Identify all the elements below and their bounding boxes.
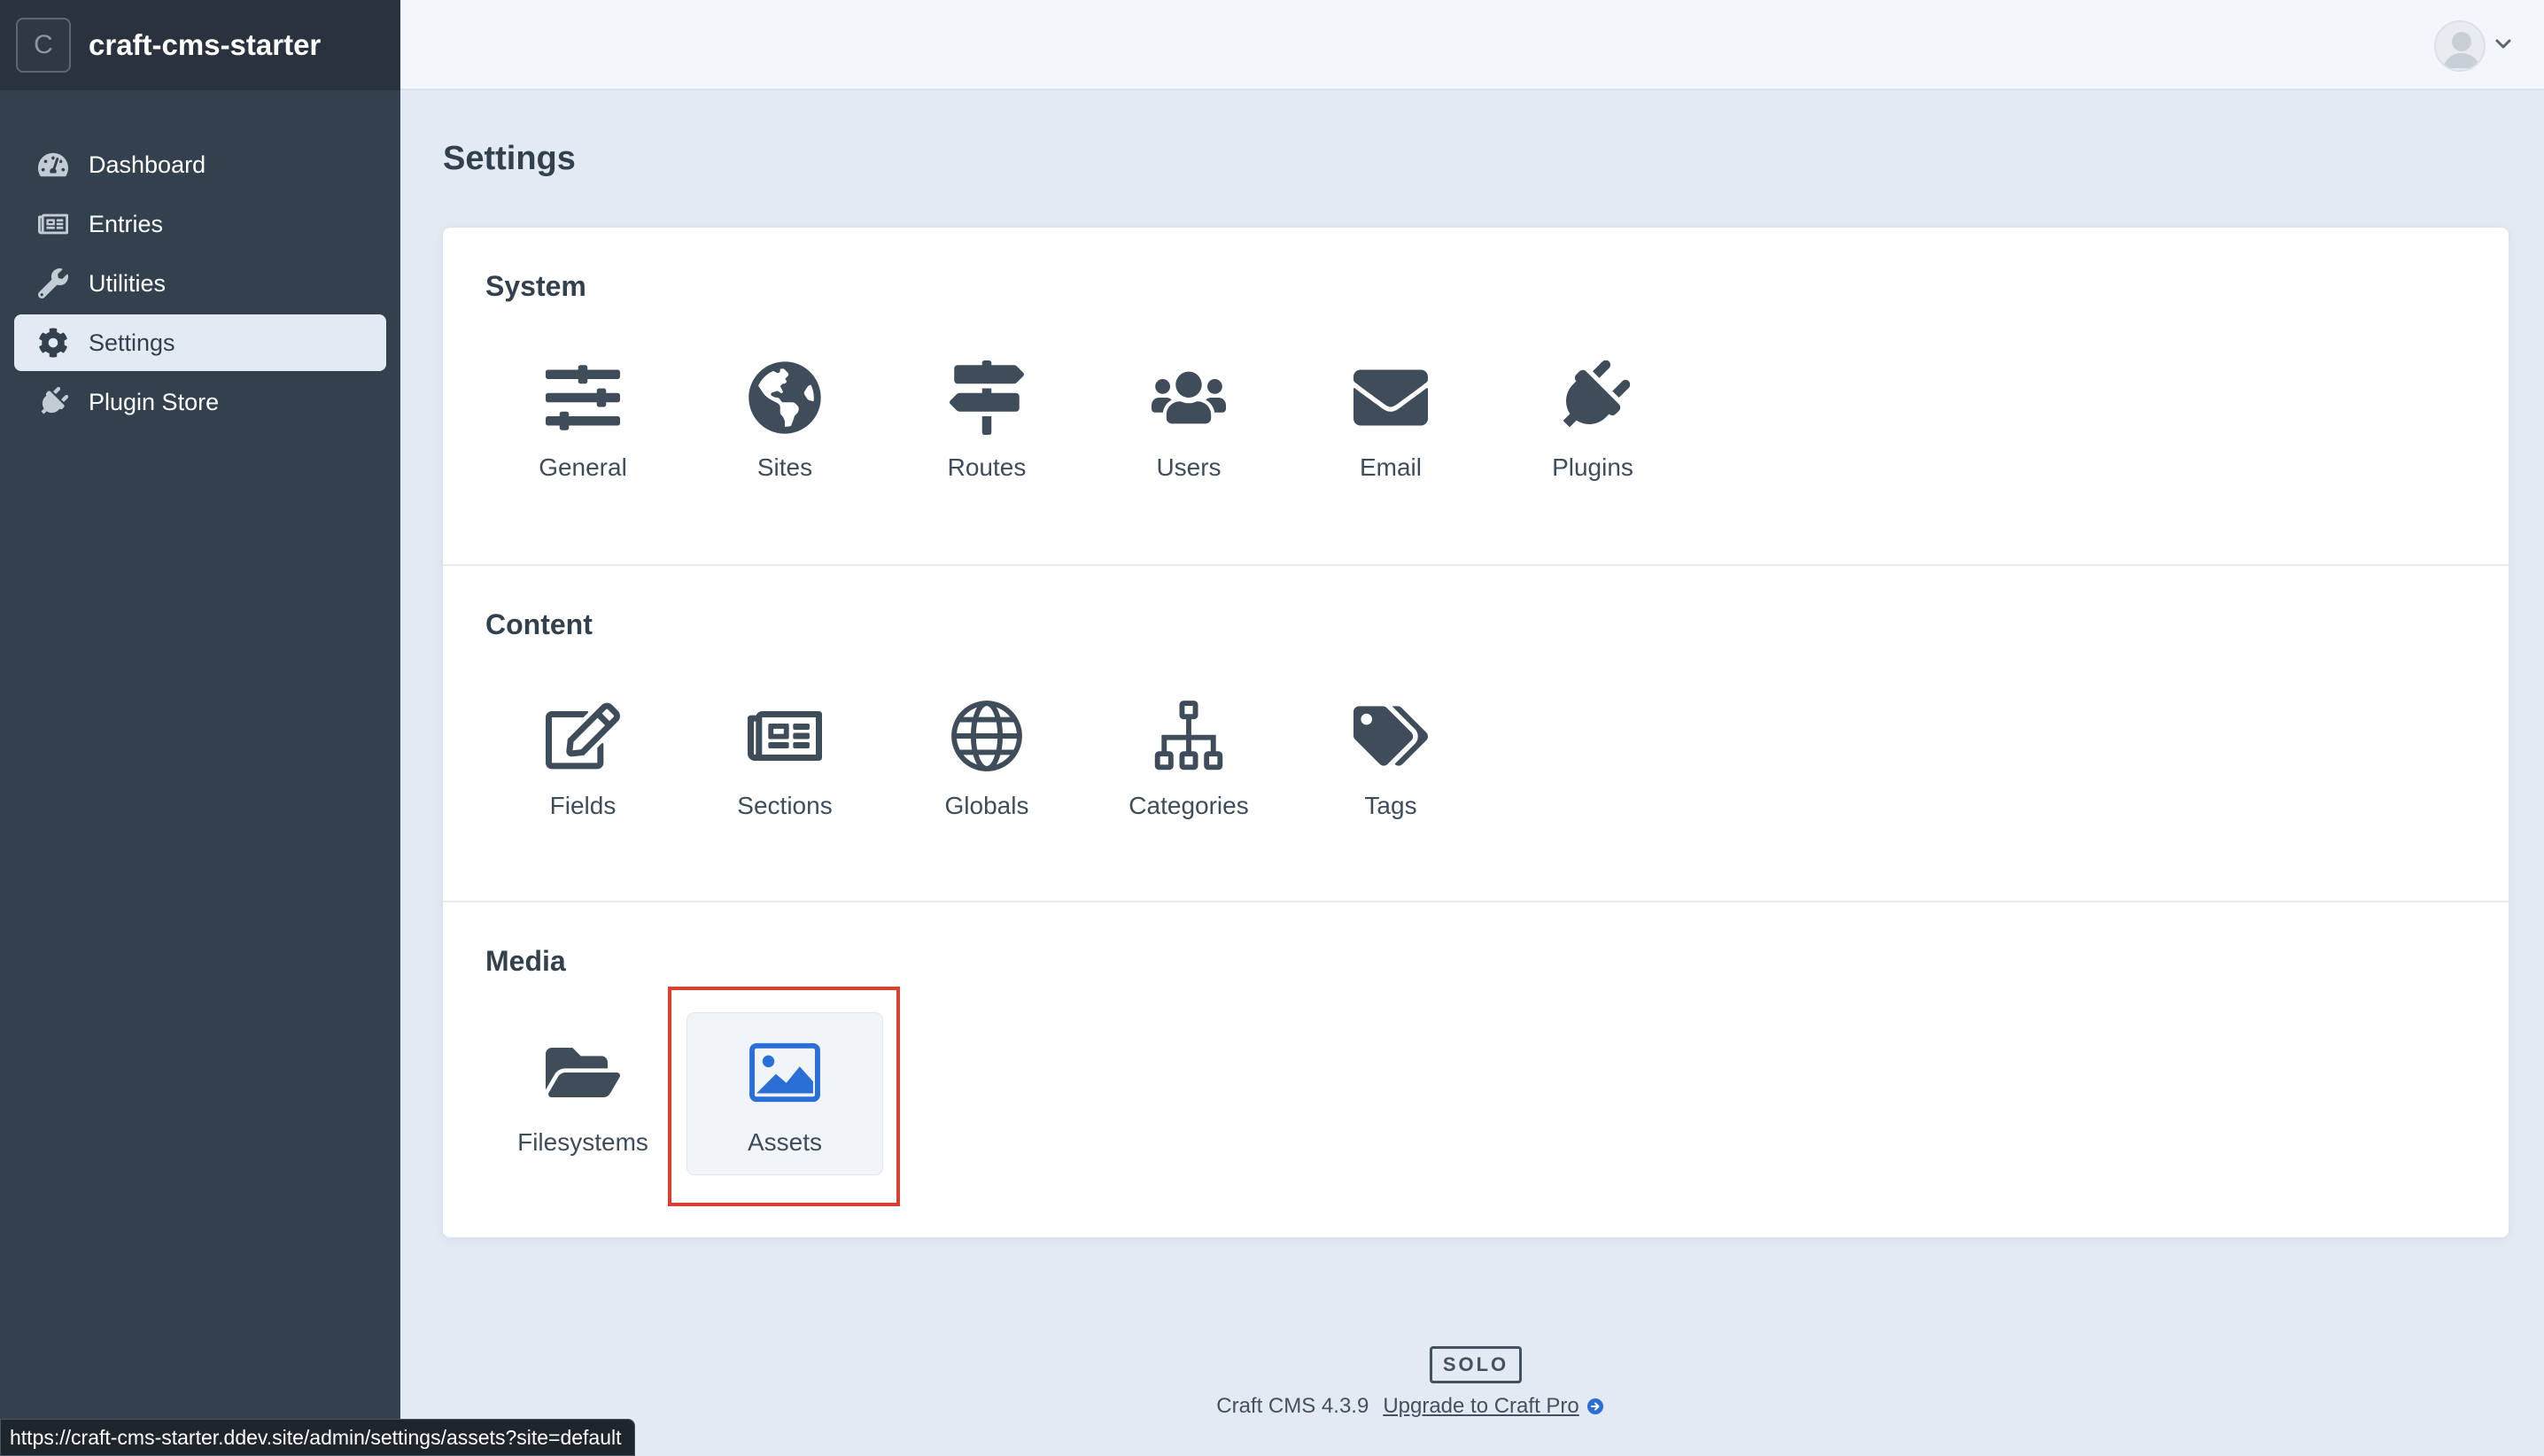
footer: Craft CMS 4.3.9 Upgrade to Craft Pro	[0, 1394, 2544, 1419]
nav-item-entries[interactable]: Entries	[14, 196, 386, 252]
tags-icon	[1351, 696, 1431, 776]
settings-tile-categories[interactable]: Categories	[1091, 677, 1286, 838]
globe-icon	[947, 696, 1027, 776]
section-system: System General Sites Routes Users Email …	[443, 228, 2509, 564]
settings-tile-plugins[interactable]: Plugins	[1495, 338, 1690, 500]
settings-tile-sites[interactable]: Sites	[687, 338, 882, 500]
signpost-icon	[947, 358, 1027, 438]
nav-item-settings[interactable]: Settings	[14, 314, 386, 371]
section-title-system: System	[485, 270, 586, 302]
tile-label-users: Users	[1156, 453, 1222, 481]
sitemap-icon	[1149, 696, 1229, 776]
gear-icon	[37, 327, 69, 359]
edition-badge: SOLO	[1430, 1346, 1522, 1383]
nav-item-plugin-store[interactable]: Plugin Store	[14, 374, 386, 430]
tile-label-sites: Sites	[756, 453, 813, 481]
settings-tile-email[interactable]: Email	[1293, 338, 1488, 500]
settings-tile-general[interactable]: General	[485, 338, 680, 500]
tile-label-plugins: Plugins	[1552, 453, 1633, 481]
version-text: Craft CMS 4.3.9	[1216, 1394, 1369, 1418]
content-tiles: Fields Sections Globals Categories Tags	[485, 677, 1495, 838]
sidebar: C craft-cms-starter Dashboard Entries Ut…	[0, 0, 400, 1456]
upgrade-link[interactable]: Upgrade to Craft Pro	[1383, 1394, 1578, 1419]
user-menu-button[interactable]	[2434, 19, 2512, 73]
tile-label-filesystems: Filesystems	[517, 1128, 648, 1156]
globe-americas-icon	[745, 358, 825, 438]
nav-label-settings: Settings	[89, 329, 175, 356]
nav-label-dashboard: Dashboard	[89, 151, 206, 178]
tile-label-fields: Fields	[549, 792, 617, 819]
section-title-media: Media	[485, 945, 566, 977]
tile-label-email: Email	[1359, 453, 1422, 481]
settings-tile-users[interactable]: Users	[1091, 338, 1286, 500]
chevron-down-icon	[2494, 35, 2512, 58]
nav-item-dashboard[interactable]: Dashboard	[14, 136, 386, 193]
settings-tile-filesystems[interactable]: Filesystems	[485, 1013, 680, 1174]
section-content: Content Fields Sections Globals Categori…	[443, 564, 2509, 901]
nav-label-plugin-store: Plugin Store	[89, 388, 220, 415]
settings-tile-sections[interactable]: Sections	[687, 677, 882, 838]
image-icon	[745, 1033, 825, 1112]
settings-panel: System General Sites Routes Users Email …	[443, 228, 2509, 1237]
nav-label-entries: Entries	[89, 210, 164, 237]
site-badge[interactable]: C	[16, 18, 71, 73]
sidebar-header: C craft-cms-starter	[0, 0, 400, 90]
settings-tile-globals[interactable]: Globals	[889, 677, 1084, 838]
tile-label-globals: Globals	[944, 792, 1029, 819]
tile-label-assets: Assets	[747, 1128, 823, 1156]
settings-tile-routes[interactable]: Routes	[889, 338, 1084, 500]
site-name[interactable]: craft-cms-starter	[89, 28, 321, 62]
folder-open-icon	[543, 1033, 623, 1112]
user-avatar-icon	[2434, 20, 2486, 72]
plug-icon	[37, 386, 69, 418]
status-bar-url: https://craft-cms-starter.ddev.site/admi…	[0, 1419, 635, 1456]
nav-item-utilities[interactable]: Utilities	[14, 255, 386, 312]
tile-label-categories: Categories	[1129, 792, 1249, 819]
wrench-icon	[37, 267, 69, 299]
media-tiles: Filesystems Assets	[485, 987, 900, 1206]
system-tiles: General Sites Routes Users Email Plugins	[485, 338, 1697, 500]
settings-tile-assets[interactable]: Assets	[668, 987, 900, 1206]
nav-label-utilities: Utilities	[89, 269, 167, 297]
section-media: Media Filesystems Assets	[443, 901, 2509, 1237]
tile-label-routes: Routes	[947, 453, 1027, 481]
circle-arrow-right-icon	[1586, 1398, 1603, 1414]
settings-tile-tags[interactable]: Tags	[1293, 677, 1488, 838]
section-title-content: Content	[485, 608, 593, 640]
gauge-icon	[37, 149, 69, 181]
tile-label-sections: Sections	[737, 792, 833, 819]
users-icon	[1149, 358, 1229, 438]
tile-label-general: General	[539, 453, 627, 481]
newspaper-icon	[37, 208, 69, 240]
plug-icon	[1553, 358, 1633, 438]
envelope-icon	[1351, 358, 1431, 438]
tile-label-tags: Tags	[1364, 792, 1417, 819]
top-header	[400, 0, 2544, 90]
page-title: Settings	[443, 140, 576, 177]
settings-tile-fields[interactable]: Fields	[485, 677, 680, 838]
pen-square-icon	[543, 696, 623, 776]
sliders-icon	[543, 358, 623, 438]
newspaper-icon	[745, 696, 825, 776]
main-nav: Dashboard Entries Utilities Settings Plu…	[0, 136, 400, 430]
